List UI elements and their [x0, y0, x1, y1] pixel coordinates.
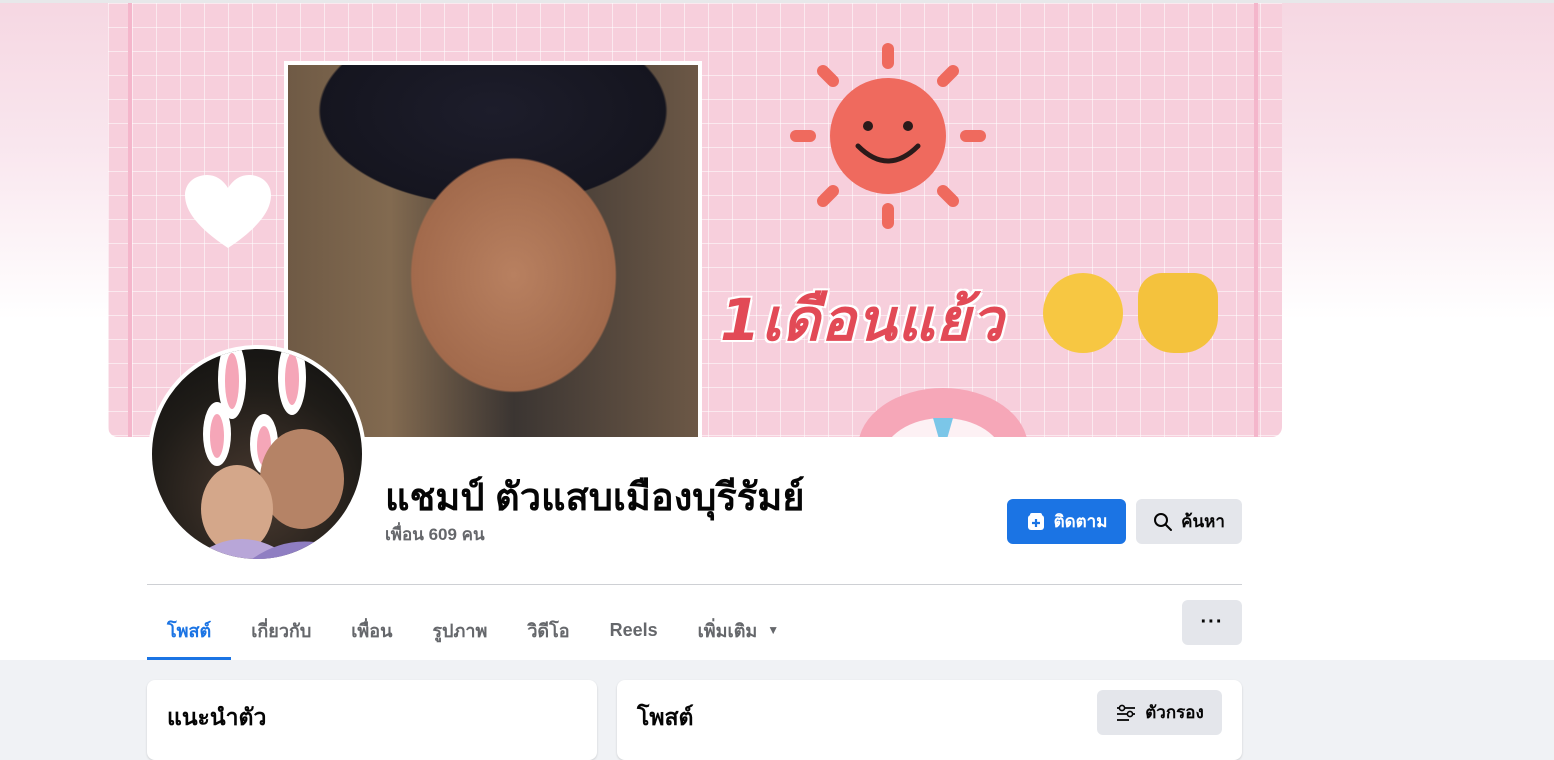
caret-down-icon: ▼ [767, 623, 780, 637]
filter-button[interactable]: ตัวกรอง [1097, 690, 1222, 735]
heart-icon [185, 175, 271, 248]
tab-about[interactable]: เกี่ยวกับ [231, 600, 331, 660]
kiss-emoji [1043, 273, 1123, 353]
posts-card: โพสต์ ตัวกรอง [617, 680, 1242, 760]
profile-tabs: โพสต์ เกี่ยวกับ เพื่อน รูปภาพ วิดีโอ Ree… [147, 600, 799, 660]
search-label: ค้นหา [1181, 512, 1225, 531]
header-divider [147, 584, 1242, 585]
filter-icon [1117, 704, 1136, 721]
profile-name: แชมป์ ตัวแสบเมืองบุรีรัมย์ [385, 477, 805, 519]
tab-reels[interactable]: Reels [590, 600, 678, 660]
filter-label: ตัวกรอง [1145, 703, 1204, 722]
profile-avatar[interactable] [148, 345, 366, 563]
tab-label: Reels [609, 619, 658, 640]
cover-caption: 1เดือนแย้ว [720, 286, 1005, 354]
posts-title: โพสต์ [637, 704, 694, 730]
avatar-photo [192, 349, 362, 559]
friends-count-link[interactable]: เพื่อน 609 คน [385, 521, 485, 548]
tab-friends[interactable]: เพื่อน [331, 600, 412, 660]
rock-hand-emoji [1138, 273, 1218, 353]
intro-card: แนะนำตัว [147, 680, 597, 760]
follow-icon [1027, 512, 1044, 530]
tab-label: โพสต์ [167, 620, 212, 641]
intro-title: แนะนำตัว [167, 704, 267, 730]
mascot-sticker [859, 388, 1027, 437]
tab-label: เพิ่มเติม [697, 620, 758, 641]
tab-photos[interactable]: รูปภาพ [412, 600, 507, 660]
follow-label: ติดตาม [1053, 512, 1108, 531]
tab-label: เกี่ยวกับ [251, 620, 312, 641]
tab-posts[interactable]: โพสต์ [147, 600, 232, 660]
more-options-icon: ··· [1200, 611, 1224, 633]
sun-sticker [790, 43, 986, 229]
cover-selfie-photo [284, 61, 702, 437]
search-icon [1154, 512, 1173, 531]
tab-label: เพื่อน [351, 620, 393, 641]
tab-label: วิดีโอ [527, 620, 570, 641]
tab-label: รูปภาพ [432, 620, 488, 641]
follow-button[interactable]: ติดตาม [1007, 499, 1126, 544]
search-button[interactable]: ค้นหา [1136, 499, 1242, 544]
more-options-button[interactable]: ··· [1182, 600, 1242, 645]
tab-videos[interactable]: วิดีโอ [507, 600, 589, 660]
tab-more[interactable]: เพิ่มเติม ▼ [678, 600, 799, 660]
